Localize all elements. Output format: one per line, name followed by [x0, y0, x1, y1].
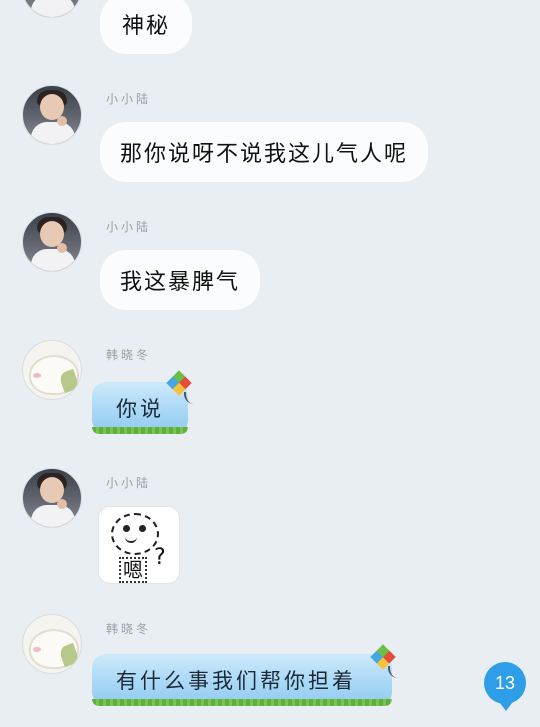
- message-bubble[interactable]: 那你说呀不说我这儿气人呢: [100, 122, 429, 182]
- sender-name: 小小陆: [106, 220, 152, 234]
- avatar[interactable]: [22, 0, 82, 18]
- bubble-grass-decoration: [92, 427, 188, 434]
- sticker-eye: [123, 525, 130, 532]
- message-text: 你说: [116, 397, 164, 421]
- sticker-eye: [139, 525, 146, 532]
- sticker-face: [111, 513, 159, 555]
- message-bubble[interactable]: 神秘: [100, 0, 193, 54]
- avatar[interactable]: [22, 85, 82, 145]
- kite-icon: [166, 370, 192, 404]
- message-bubble[interactable]: 有什么事我们帮你担着: [92, 654, 392, 706]
- bubble-grass-decoration: [92, 699, 392, 706]
- sender-name: 韩晓冬: [106, 622, 152, 636]
- sender-name: 小小陆: [106, 92, 152, 106]
- avatar[interactable]: [22, 212, 82, 272]
- sticker-text: 嗯: [119, 557, 147, 583]
- message-text: 有什么事我们帮你担着: [116, 669, 356, 693]
- kite-icon: [370, 644, 396, 678]
- unread-count-badge[interactable]: 13: [484, 662, 526, 711]
- sender-name: 韩晓冬: [106, 348, 152, 362]
- avatar[interactable]: [22, 468, 82, 528]
- avatar[interactable]: [22, 614, 82, 674]
- avatar[interactable]: [22, 340, 82, 400]
- sticker-question-mark: ?: [153, 545, 167, 570]
- sender-name: 小小陆: [106, 476, 152, 490]
- message-bubble[interactable]: 我这暴脾气: [100, 250, 261, 310]
- sticker-image[interactable]: 嗯 ?: [98, 506, 180, 584]
